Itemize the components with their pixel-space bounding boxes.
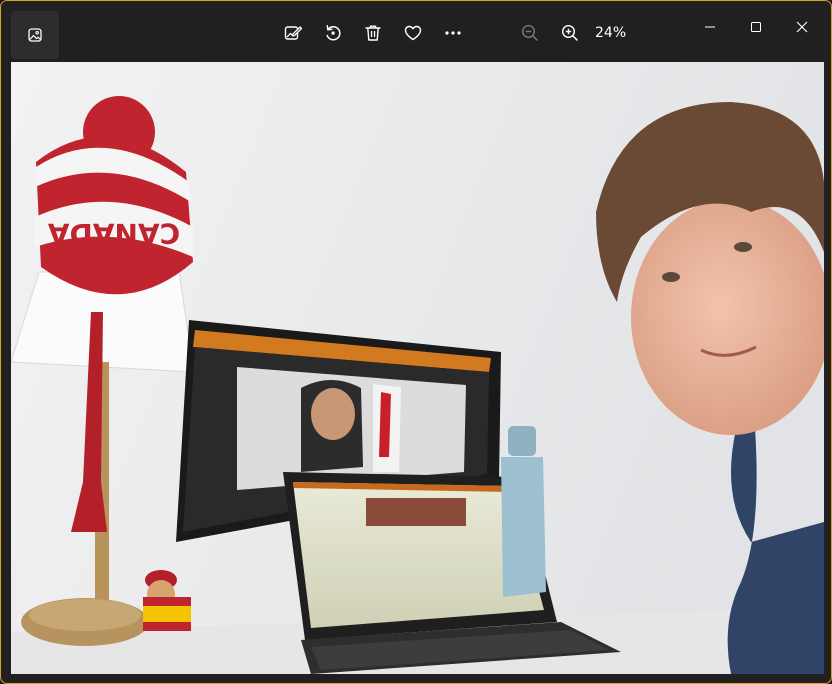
rotate-icon xyxy=(326,25,341,41)
maximize-icon xyxy=(751,22,761,32)
zoom-in-button[interactable] xyxy=(552,15,588,51)
zoom-level[interactable]: 24% xyxy=(595,25,626,41)
favorite-button[interactable] xyxy=(395,15,431,51)
edit-image-icon xyxy=(284,26,303,40)
photo-gallery-icon xyxy=(28,28,42,42)
close-button[interactable] xyxy=(779,7,825,47)
photo-image: CANADA xyxy=(11,62,824,674)
maximize-button[interactable] xyxy=(733,7,779,47)
zoom-out-icon xyxy=(521,24,538,41)
zoom-in-icon xyxy=(561,24,578,41)
photo-canvas[interactable]: CANADA xyxy=(11,62,824,674)
delete-button[interactable] xyxy=(355,15,391,51)
edit-image-button[interactable] xyxy=(275,15,311,51)
rotate-button[interactable] xyxy=(315,15,351,51)
photo-viewer-window: 24% CANADA xyxy=(0,0,832,684)
more-icon xyxy=(445,31,461,35)
more-options-button[interactable] xyxy=(435,15,471,51)
title-bar: 24% xyxy=(1,1,831,59)
minimize-button[interactable] xyxy=(687,7,733,47)
toque-text: CANADA xyxy=(48,217,181,250)
trash-icon xyxy=(365,25,381,41)
heart-icon xyxy=(404,25,422,41)
close-icon xyxy=(796,21,808,33)
app-gallery-button[interactable] xyxy=(11,11,59,59)
minimize-icon xyxy=(705,26,715,28)
zoom-out-button[interactable] xyxy=(512,15,548,51)
